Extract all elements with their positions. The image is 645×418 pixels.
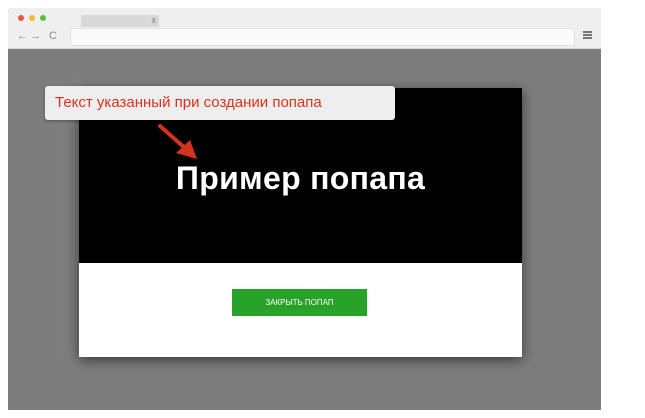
browser-window: x ← → C Пример попапа ЗАКРЫТЬ ПОПАП <box>8 8 601 410</box>
close-popup-button[interactable]: ЗАКРЫТЬ ПОПАП <box>232 289 367 316</box>
browser-toolbar: x ← → C <box>8 8 601 49</box>
annotation-arrow-icon <box>158 124 197 159</box>
window-minimize-button[interactable] <box>29 15 35 21</box>
window-close-button[interactable] <box>18 15 24 21</box>
popup-dialog: Пример попапа ЗАКРЫТЬ ПОПАП <box>79 88 522 357</box>
popup-title: Пример попапа <box>175 160 426 196</box>
hamburger-menu-icon[interactable] <box>583 31 592 40</box>
forward-arrow-icon[interactable]: → <box>30 29 41 43</box>
reload-icon[interactable]: C <box>49 29 57 43</box>
tab-close-icon[interactable]: x <box>152 14 157 26</box>
window-maximize-button[interactable] <box>40 15 46 21</box>
browser-tab[interactable]: x <box>81 15 159 27</box>
back-arrow-icon[interactable]: ← <box>17 29 28 43</box>
address-bar[interactable] <box>70 28 575 46</box>
annotation-label: Текст указанный при создании попапа <box>45 86 395 120</box>
